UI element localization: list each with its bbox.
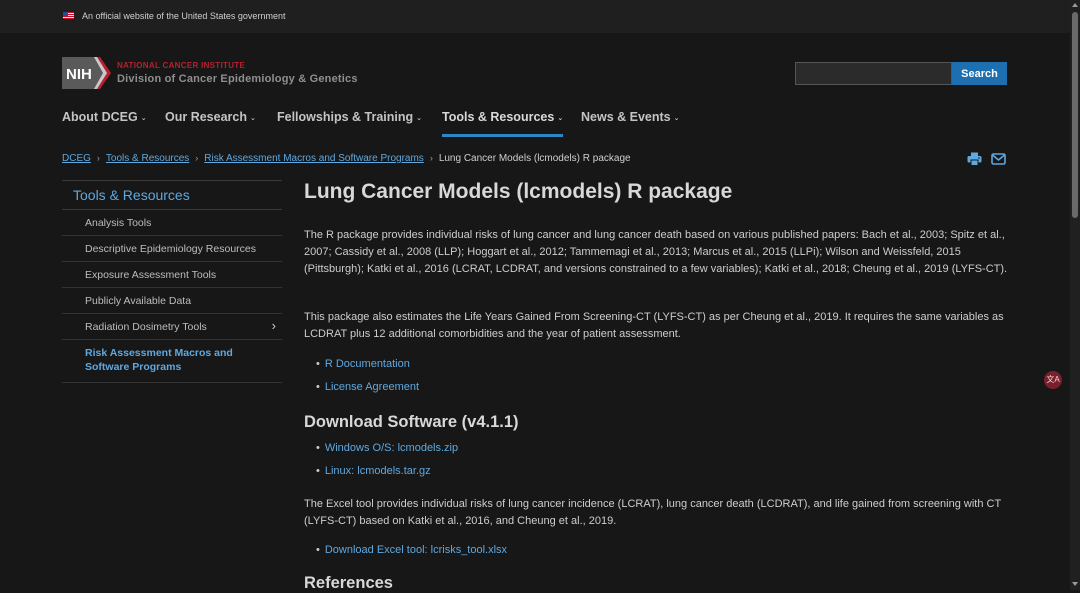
r-documentation-link[interactable]: R Documentation <box>325 358 410 370</box>
scroll-thumb[interactable] <box>1072 12 1078 218</box>
excel-download-link[interactable]: Download Excel tool: lcrisks_tool.xlsx <box>325 544 507 556</box>
sidebar-heading[interactable]: Tools & Resources <box>62 180 282 210</box>
nav-item-about-dceg[interactable]: About DCEG ⌄ <box>62 110 147 124</box>
bullet: • <box>316 358 320 370</box>
download-heading: Download Software (v4.1.1) <box>304 413 519 431</box>
translate-icon[interactable]: 文A <box>1044 371 1062 389</box>
nav-item-tools-resources[interactable]: Tools & Resources ⌄ <box>442 110 564 137</box>
nav-item-fellowships-training[interactable]: Fellowships & Training ⌄ <box>277 110 422 124</box>
breadcrumb-link-tools-resources[interactable]: Tools & Resources <box>106 153 189 164</box>
breadcrumb-current: Lung Cancer Models (lcmodels) R package <box>438 153 631 164</box>
sidebar: Tools & Resources Analysis Tools Descrip… <box>62 180 282 383</box>
sidebar-item-analysis-tools[interactable]: Analysis Tools <box>62 210 282 236</box>
org-name-nci: NATIONAL CANCER INSTITUTE <box>117 61 246 70</box>
sidebar-item-label: Analysis Tools <box>85 217 152 229</box>
scrollbar[interactable] <box>1070 0 1080 590</box>
scroll-down-arrow-icon[interactable] <box>1072 582 1078 586</box>
references-heading: References <box>304 574 393 592</box>
sidebar-item-risk-assessment[interactable]: Risk Assessment Macros and Software Prog… <box>62 340 282 383</box>
breadcrumb: DCEG › Tools & Resources › Risk Assessment M… <box>62 153 631 164</box>
list-item: • Linux: lcmodels.tar.gz <box>316 465 431 477</box>
search-input[interactable] <box>795 62 952 85</box>
chevron-down-icon: ⌄ <box>140 115 147 122</box>
sidebar-item-descriptive-epidemiology[interactable]: Descriptive Epidemiology Resources <box>62 236 282 262</box>
chevron-right-icon[interactable]: › <box>272 318 276 333</box>
list-item: • Windows O/S: lcmodels.zip <box>316 442 458 454</box>
windows-download-link[interactable]: Windows O/S: lcmodels.zip <box>325 442 458 454</box>
gov-banner-text: An official website of the United States… <box>82 11 286 21</box>
chevron-down-icon: ⌄ <box>557 115 564 122</box>
lyfs-paragraph: This package also estimates the Life Yea… <box>304 311 1004 340</box>
nih-logo[interactable]: NIH <box>62 57 111 89</box>
nav-item-our-research[interactable]: Our Research ⌄ <box>165 110 256 124</box>
page-title: Lung Cancer Models (lcmodels) R package <box>304 180 733 203</box>
sidebar-item-label: Publicly Available Data <box>85 295 192 307</box>
sidebar-item-label: Exposure Assessment Tools <box>85 269 217 281</box>
bullet: • <box>316 381 320 393</box>
sidebar-item-label: Risk Assessment Macros and Software Prog… <box>85 347 233 373</box>
nav-item-label: Our Research <box>165 110 247 124</box>
nih-logo-text: NIH <box>66 66 92 83</box>
bullet: • <box>316 465 320 477</box>
sidebar-item-radiation-dosimetry[interactable]: Radiation Dosimetry Tools › <box>62 314 282 340</box>
chevron-down-icon: ⌄ <box>249 115 256 122</box>
breadcrumb-link-risk-assessment[interactable]: Risk Assessment Macros and Software Prog… <box>204 153 424 164</box>
chevron-down-icon: ⌄ <box>673 115 680 122</box>
list-item: • R Documentation <box>316 358 410 370</box>
main-nav: About DCEG ⌄ Our Research ⌄ Fellowships & … <box>62 110 1022 140</box>
list-item: • Download Excel tool: lcrisks_tool.xlsx <box>316 544 507 556</box>
nav-item-label: Fellowships & Training <box>277 110 414 124</box>
gov-banner: An official website of the United States… <box>0 0 1070 33</box>
sidebar-item-exposure-assessment[interactable]: Exposure Assessment Tools <box>62 262 282 288</box>
linux-download-link[interactable]: Linux: lcmodels.tar.gz <box>325 465 431 477</box>
bullet: • <box>316 544 320 556</box>
excel-paragraph: The Excel tool provides individual risks… <box>304 498 1001 527</box>
sidebar-item-label: Radiation Dosimetry Tools <box>85 321 207 333</box>
org-name-dceg[interactable]: Division of Cancer Epidemiology & Geneti… <box>117 73 358 85</box>
search-button[interactable]: Search <box>952 62 1007 85</box>
sidebar-item-publicly-available-data[interactable]: Publicly Available Data <box>62 288 282 314</box>
nav-item-label: About DCEG <box>62 110 138 124</box>
license-agreement-link[interactable]: License Agreement <box>325 381 419 393</box>
email-icon[interactable] <box>991 152 1006 166</box>
breadcrumb-link-dceg[interactable]: DCEG <box>62 153 91 164</box>
sidebar-heading-label: Tools & Resources <box>73 187 190 203</box>
nav-item-label: News & Events <box>581 110 671 124</box>
nav-item-news-events[interactable]: News & Events ⌄ <box>581 110 680 124</box>
sidebar-item-label: Descriptive Epidemiology Resources <box>85 243 256 255</box>
intro-paragraph: The R package provides individual risks … <box>304 229 1008 275</box>
chevron-down-icon: ⌄ <box>416 115 423 122</box>
bullet: • <box>316 442 320 454</box>
chevron-right-icon: › <box>429 153 433 163</box>
print-icon[interactable] <box>967 152 982 166</box>
list-item: • License Agreement <box>316 381 419 393</box>
nav-item-label: Tools & Resources <box>442 110 555 124</box>
scroll-up-arrow-icon[interactable] <box>1072 3 1078 7</box>
chevron-right-icon: › <box>195 153 199 163</box>
us-flag-icon <box>63 12 74 19</box>
chevron-right-icon: › <box>96 153 100 163</box>
nav-active-indicator <box>442 134 564 137</box>
